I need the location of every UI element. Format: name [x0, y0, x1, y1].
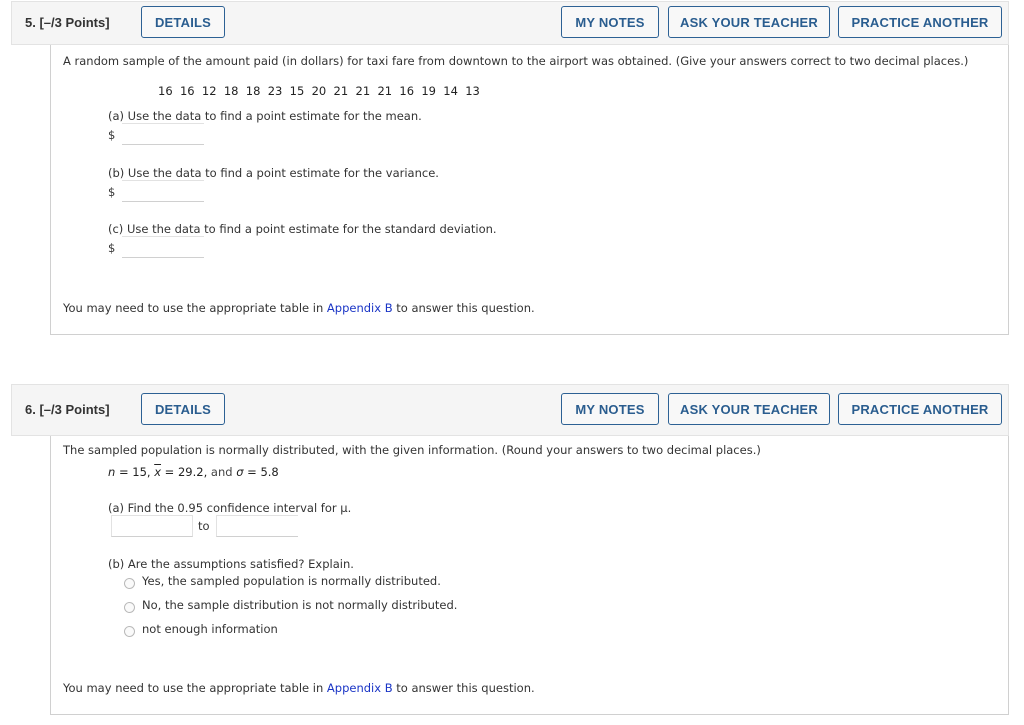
radio-option-no[interactable] — [124, 602, 135, 613]
question-6-title: 6. [–/3 Points] — [25, 402, 110, 417]
variance-answer-input[interactable] — [122, 180, 204, 202]
practice-another-button[interactable]: PRACTICE ANOTHER — [838, 6, 1002, 38]
appendix-note: You may need to use the appropriate tabl… — [63, 301, 535, 315]
question-5-title: 5. [–/3 Points] — [25, 15, 110, 30]
option-not-enough-info-label[interactable]: not enough information — [142, 622, 278, 636]
ci-upper-input[interactable] — [216, 515, 298, 537]
appendix-note: You may need to use the appropriate tabl… — [63, 681, 535, 695]
std-dev-answer-input[interactable] — [122, 236, 204, 258]
part-a-label: (a) Find the 0.95 confidence interval fo… — [108, 501, 352, 515]
given-values: n = 15, x = 29.2, and σ = 5.8 — [108, 465, 279, 479]
details-button[interactable]: DETAILS — [141, 393, 225, 425]
question-5-body: A random sample of the amount paid (in d… — [50, 45, 1009, 335]
my-notes-button[interactable]: MY NOTES — [561, 393, 659, 425]
my-notes-button[interactable]: MY NOTES — [561, 6, 659, 38]
mean-answer-input[interactable] — [122, 123, 204, 145]
appendix-note-text: You may need to use the appropriate tabl… — [63, 301, 327, 315]
radio-option-not-enough-info[interactable] — [124, 626, 135, 637]
appendix-b-link[interactable]: Appendix B — [327, 681, 393, 695]
question-5-header: 5. [–/3 Points] DETAILS MY NOTES ASK YOU… — [11, 1, 1009, 45]
n-value: 15 — [132, 465, 147, 479]
option-yes-label[interactable]: Yes, the sampled population is normally … — [142, 574, 441, 588]
ask-your-teacher-button[interactable]: ASK YOUR TEACHER — [668, 6, 830, 38]
question-5-prompt: A random sample of the amount paid (in d… — [63, 54, 969, 68]
part-c-label: (c) Use the data to find a point estimat… — [108, 222, 497, 236]
option-no-label[interactable]: No, the sample distribution is not norma… — [142, 598, 457, 612]
part-a-label: (a) Use the data to find a point estimat… — [108, 109, 422, 123]
ask-your-teacher-button[interactable]: ASK YOUR TEACHER — [668, 393, 830, 425]
question-6-body: The sampled population is normally distr… — [50, 436, 1009, 715]
question-6-prompt: The sampled population is normally distr… — [63, 443, 761, 457]
appendix-note-text-end: to answer this question. — [392, 681, 535, 695]
appendix-note-text-end: to answer this question. — [392, 301, 535, 315]
to-label: to — [198, 519, 210, 533]
and-text: and — [210, 465, 233, 479]
dollar-sign: $ — [108, 128, 116, 142]
details-button[interactable]: DETAILS — [141, 6, 225, 38]
sample-data-values: 16 16 12 18 18 23 15 20 21 21 21 16 19 1… — [158, 84, 480, 98]
appendix-note-text: You may need to use the appropriate tabl… — [63, 681, 327, 695]
sigma-symbol: σ — [236, 465, 244, 479]
xbar-symbol: x — [154, 465, 162, 479]
radio-option-yes[interactable] — [124, 578, 135, 589]
practice-another-button[interactable]: PRACTICE ANOTHER — [838, 393, 1002, 425]
appendix-b-link[interactable]: Appendix B — [327, 301, 393, 315]
part-b-label: (b) Use the data to find a point estimat… — [108, 166, 439, 180]
dollar-sign: $ — [108, 241, 116, 255]
n-symbol: n — [108, 465, 116, 479]
xbar-value: 29.2 — [177, 465, 204, 479]
ci-lower-input[interactable] — [111, 515, 193, 537]
question-6-header: 6. [–/3 Points] DETAILS MY NOTES ASK YOU… — [11, 384, 1009, 436]
dollar-sign: $ — [108, 185, 116, 199]
part-b-label: (b) Are the assumptions satisfied? Expla… — [108, 557, 354, 571]
sigma-value: 5.8 — [260, 465, 279, 479]
